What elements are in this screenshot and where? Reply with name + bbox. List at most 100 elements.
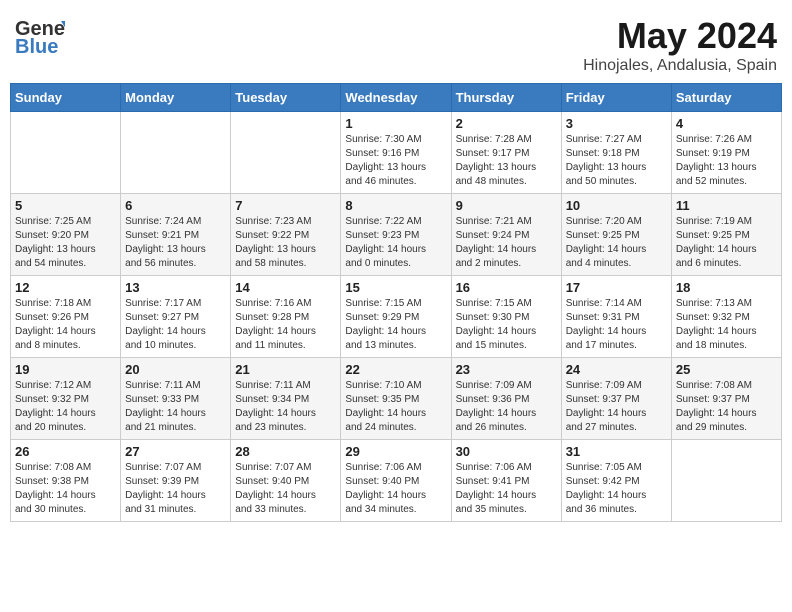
day-info: Sunrise: 7:13 AM Sunset: 9:32 PM Dayligh… — [676, 297, 777, 353]
calendar-cell: 20 Sunrise: 7:11 AM Sunset: 9:33 PM Dayli… — [121, 358, 231, 440]
day-info: Sunrise: 7:20 AM Sunset: 9:25 PM Dayligh… — [566, 215, 667, 271]
day-number: 16 — [456, 280, 557, 295]
day-info: Sunrise: 7:06 AM Sunset: 9:40 PM Dayligh… — [345, 461, 446, 517]
day-number: 21 — [235, 362, 336, 377]
day-number: 30 — [456, 444, 557, 459]
day-number: 27 — [125, 444, 226, 459]
day-number: 20 — [125, 362, 226, 377]
header-day-thursday: Thursday — [451, 84, 561, 112]
day-info: Sunrise: 7:15 AM Sunset: 9:30 PM Dayligh… — [456, 297, 557, 353]
day-number: 23 — [456, 362, 557, 377]
calendar-cell: 17 Sunrise: 7:14 AM Sunset: 9:31 PM Dayli… — [561, 276, 671, 358]
day-info: Sunrise: 7:27 AM Sunset: 9:18 PM Dayligh… — [566, 133, 667, 189]
calendar-cell: 18 Sunrise: 7:13 AM Sunset: 9:32 PM Dayli… — [671, 276, 781, 358]
day-number: 12 — [15, 280, 116, 295]
day-info: Sunrise: 7:10 AM Sunset: 9:35 PM Dayligh… — [345, 379, 446, 435]
day-number: 31 — [566, 444, 667, 459]
day-number: 18 — [676, 280, 777, 295]
calendar-header: SundayMondayTuesdayWednesdayThursdayFrid… — [11, 84, 782, 112]
calendar-cell — [231, 112, 341, 194]
day-number: 19 — [15, 362, 116, 377]
calendar-cell: 9Sunrise: 7:21 AM Sunset: 9:24 PM Daylig… — [451, 194, 561, 276]
day-number: 4 — [676, 116, 777, 131]
calendar-cell: 25 Sunrise: 7:08 AM Sunset: 9:37 PM Dayli… — [671, 358, 781, 440]
calendar-cell: 6 Sunrise: 7:24 AM Sunset: 9:21 PM Daylig… — [121, 194, 231, 276]
day-number: 6 — [125, 198, 226, 213]
day-info: Sunrise: 7:30 AM Sunset: 9:16 PM Dayligh… — [345, 133, 446, 189]
calendar-cell: 27 Sunrise: 7:07 AM Sunset: 9:39 PM Dayli… — [121, 440, 231, 522]
day-number: 11 — [676, 198, 777, 213]
day-info: Sunrise: 7:24 AM Sunset: 9:21 PM Dayligh… — [125, 215, 226, 271]
day-info: Sunrise: 7:21 AM Sunset: 9:24 PM Dayligh… — [456, 215, 557, 271]
day-info: Sunrise: 7:22 AM Sunset: 9:23 PM Dayligh… — [345, 215, 446, 271]
calendar-cell: 1Sunrise: 7:30 AM Sunset: 9:16 PM Daylig… — [341, 112, 451, 194]
day-info: Sunrise: 7:07 AM Sunset: 9:39 PM Dayligh… — [125, 461, 226, 517]
calendar-cell: 8 Sunrise: 7:22 AM Sunset: 9:23 PM Daylig… — [341, 194, 451, 276]
calendar-body: 1Sunrise: 7:30 AM Sunset: 9:16 PM Daylig… — [11, 112, 782, 522]
day-info: Sunrise: 7:26 AM Sunset: 9:19 PM Dayligh… — [676, 133, 777, 189]
calendar-cell: 4 Sunrise: 7:26 AM Sunset: 9:19 PM Daylig… — [671, 112, 781, 194]
calendar-cell: 16 Sunrise: 7:15 AM Sunset: 9:30 PM Dayli… — [451, 276, 561, 358]
header-day-wednesday: Wednesday — [341, 84, 451, 112]
header-day-saturday: Saturday — [671, 84, 781, 112]
day-info: Sunrise: 7:19 AM Sunset: 9:25 PM Dayligh… — [676, 215, 777, 271]
calendar-cell: 28 Sunrise: 7:07 AM Sunset: 9:40 PM Dayli… — [231, 440, 341, 522]
svg-text:Blue: Blue — [15, 36, 58, 58]
calendar-cell: 21Sunrise: 7:11 AM Sunset: 9:34 PM Dayli… — [231, 358, 341, 440]
calendar-cell — [671, 440, 781, 522]
calendar-cell: 31Sunrise: 7:05 AM Sunset: 9:42 PM Dayli… — [561, 440, 671, 522]
day-number: 8 — [345, 198, 446, 213]
calendar-cell: 23 Sunrise: 7:09 AM Sunset: 9:36 PM Dayli… — [451, 358, 561, 440]
day-info: Sunrise: 7:09 AM Sunset: 9:37 PM Dayligh… — [566, 379, 667, 435]
day-info: Sunrise: 7:08 AM Sunset: 9:37 PM Dayligh… — [676, 379, 777, 435]
day-number: 25 — [676, 362, 777, 377]
logo-icon: General Blue — [15, 15, 65, 59]
day-number: 13 — [125, 280, 226, 295]
day-info: Sunrise: 7:11 AM Sunset: 9:33 PM Dayligh… — [125, 379, 226, 435]
calendar-cell: 10Sunrise: 7:20 AM Sunset: 9:25 PM Dayli… — [561, 194, 671, 276]
day-number: 17 — [566, 280, 667, 295]
day-info: Sunrise: 7:18 AM Sunset: 9:26 PM Dayligh… — [15, 297, 116, 353]
calendar-cell: 2Sunrise: 7:28 AM Sunset: 9:17 PM Daylig… — [451, 112, 561, 194]
day-info: Sunrise: 7:14 AM Sunset: 9:31 PM Dayligh… — [566, 297, 667, 353]
calendar-cell: 30 Sunrise: 7:06 AM Sunset: 9:41 PM Dayli… — [451, 440, 561, 522]
day-number: 28 — [235, 444, 336, 459]
calendar-cell: 3 Sunrise: 7:27 AM Sunset: 9:18 PM Daylig… — [561, 112, 671, 194]
header-day-friday: Friday — [561, 84, 671, 112]
day-info: Sunrise: 7:08 AM Sunset: 9:38 PM Dayligh… — [15, 461, 116, 517]
day-info: Sunrise: 7:25 AM Sunset: 9:20 PM Dayligh… — [15, 215, 116, 271]
title-block: May 2024 Hinojales, Andalusia, Spain — [583, 15, 777, 75]
day-info: Sunrise: 7:15 AM Sunset: 9:29 PM Dayligh… — [345, 297, 446, 353]
calendar-cell: 26 Sunrise: 7:08 AM Sunset: 9:38 PM Dayli… — [11, 440, 121, 522]
day-info: Sunrise: 7:28 AM Sunset: 9:17 PM Dayligh… — [456, 133, 557, 189]
day-info: Sunrise: 7:17 AM Sunset: 9:27 PM Dayligh… — [125, 297, 226, 353]
calendar-cell: 22Sunrise: 7:10 AM Sunset: 9:35 PM Dayli… — [341, 358, 451, 440]
calendar-cell: 24Sunrise: 7:09 AM Sunset: 9:37 PM Dayli… — [561, 358, 671, 440]
logo: General Blue — [15, 15, 65, 59]
week-row-2: 5 Sunrise: 7:25 AM Sunset: 9:20 PM Daylig… — [11, 194, 782, 276]
day-number: 26 — [15, 444, 116, 459]
calendar-cell: 29 Sunrise: 7:06 AM Sunset: 9:40 PM Dayli… — [341, 440, 451, 522]
calendar-cell: 19 Sunrise: 7:12 AM Sunset: 9:32 PM Dayli… — [11, 358, 121, 440]
day-info: Sunrise: 7:09 AM Sunset: 9:36 PM Dayligh… — [456, 379, 557, 435]
calendar-cell: 5 Sunrise: 7:25 AM Sunset: 9:20 PM Daylig… — [11, 194, 121, 276]
day-info: Sunrise: 7:06 AM Sunset: 9:41 PM Dayligh… — [456, 461, 557, 517]
day-info: Sunrise: 7:16 AM Sunset: 9:28 PM Dayligh… — [235, 297, 336, 353]
day-number: 3 — [566, 116, 667, 131]
week-row-5: 26 Sunrise: 7:08 AM Sunset: 9:38 PM Dayli… — [11, 440, 782, 522]
calendar-cell — [11, 112, 121, 194]
day-number: 29 — [345, 444, 446, 459]
month-title: May 2024 — [583, 15, 777, 57]
location-title: Hinojales, Andalusia, Spain — [583, 57, 777, 75]
week-row-4: 19 Sunrise: 7:12 AM Sunset: 9:32 PM Dayli… — [11, 358, 782, 440]
day-info: Sunrise: 7:23 AM Sunset: 9:22 PM Dayligh… — [235, 215, 336, 271]
header-row: SundayMondayTuesdayWednesdayThursdayFrid… — [11, 84, 782, 112]
header-day-tuesday: Tuesday — [231, 84, 341, 112]
day-info: Sunrise: 7:12 AM Sunset: 9:32 PM Dayligh… — [15, 379, 116, 435]
header-day-sunday: Sunday — [11, 84, 121, 112]
day-number: 5 — [15, 198, 116, 213]
calendar-cell: 12 Sunrise: 7:18 AM Sunset: 9:26 PM Dayli… — [11, 276, 121, 358]
day-info: Sunrise: 7:07 AM Sunset: 9:40 PM Dayligh… — [235, 461, 336, 517]
week-row-3: 12 Sunrise: 7:18 AM Sunset: 9:26 PM Dayli… — [11, 276, 782, 358]
calendar-cell — [121, 112, 231, 194]
